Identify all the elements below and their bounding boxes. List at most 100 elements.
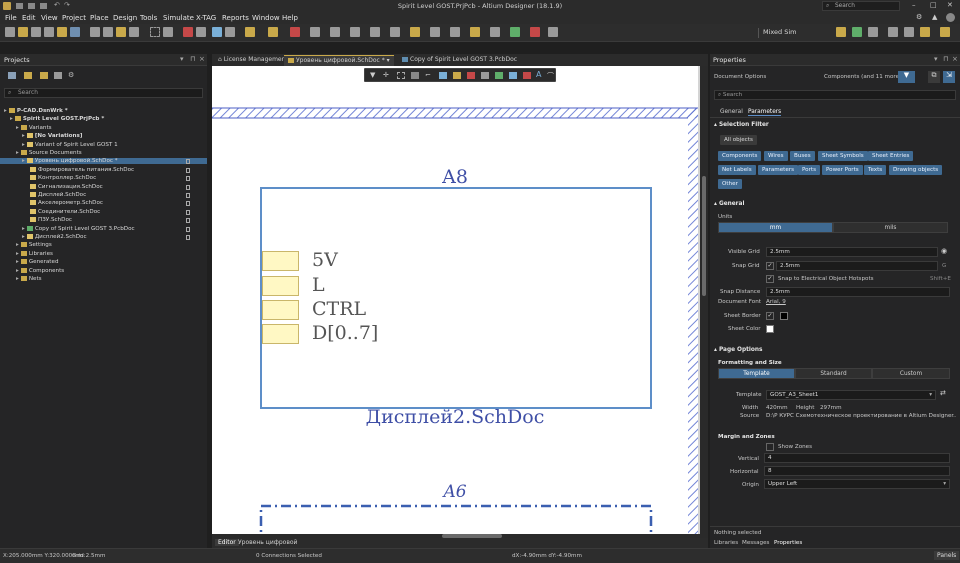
tree-item[interactable]: ▸ Source Documents [0,150,207,156]
print-icon[interactable] [44,27,54,37]
tree-item[interactable]: ▸ Дисплей2.SchDoc [0,234,207,240]
open-project-icon[interactable] [24,72,32,79]
bell-icon[interactable]: ▲ [932,13,937,21]
menu-tools[interactable]: Tools [140,14,157,22]
snippet-icon[interactable] [940,27,950,37]
expand-arrow-icon[interactable]: ▸ [16,242,19,248]
paste-icon[interactable] [116,27,126,37]
expand-arrow-icon[interactable]: ▸ [22,234,25,240]
panel-tab-messages[interactable]: Messages [742,540,769,546]
project-save-icon[interactable] [54,72,62,79]
filter-drawing-objects[interactable]: Drawing objects [889,165,943,175]
probe-icon[interactable] [510,27,520,37]
sheet-symbol-icon[interactable] [350,27,360,37]
units-mils[interactable]: mils [833,222,948,233]
sheet-color-swatch[interactable] [766,325,774,333]
open-doc-icon[interactable] [18,27,28,37]
tree-item[interactable]: ПЗУ.SchDoc [0,217,207,224]
menu-edit[interactable]: Edit [22,14,36,22]
copy-icon[interactable] [103,27,113,37]
vertical-input[interactable]: 4 [764,453,950,463]
align-icon[interactable] [888,27,898,37]
sim-mode-label[interactable]: Mixed Sim [758,28,830,38]
menu-simulate[interactable]: Simulate [163,14,194,22]
expand-arrow-icon[interactable]: ▸ [4,108,7,114]
expand-arrow-icon[interactable]: ▸ [16,276,19,282]
sim-run-icon[interactable] [836,27,846,37]
pen-icon[interactable] [548,27,558,37]
tab-parameters[interactable]: Parameters [748,109,782,116]
cut-icon[interactable] [90,27,100,37]
sheet-entry-ctrl[interactable] [262,300,299,320]
filter-icon[interactable]: ▼ [370,71,375,79]
snap-electrical-checkbox[interactable]: ✓ [766,275,774,283]
tree-item[interactable]: ▸ Variants [0,124,207,131]
tree-item[interactable]: ▸ Variant of Spirit Level GOST 1 [0,141,207,148]
vertical-scroll-thumb[interactable] [702,176,706,296]
clear-filter-icon[interactable] [196,27,206,37]
select-area-icon[interactable] [150,27,160,37]
page-options-header[interactable]: ▴ Page Options [714,347,762,353]
horizontal-input[interactable]: 8 [764,466,950,476]
panel-tab-properties[interactable]: Properties [774,540,802,546]
directive-tool-icon[interactable] [523,72,531,79]
panel-pin-icon[interactable]: ⊓ [190,55,195,63]
menu-xtag[interactable]: X-TAG [196,14,216,22]
editor-tab[interactable]: Editor [215,539,239,546]
sheet-border-color[interactable] [780,312,788,320]
filter-sheet-symbols[interactable]: Sheet Symbols [818,151,868,161]
move-icon[interactable] [163,27,173,37]
eye-icon[interactable]: ◉ [941,247,947,255]
expand-arrow-icon[interactable]: ▸ [16,268,19,274]
menu-file[interactable]: File [5,14,17,22]
sheet-entry-l[interactable] [262,276,299,296]
tree-item[interactable]: ▸ Copy of Spirit Level GOST 3.PcbDoc [0,225,207,232]
netlabel-tool-icon[interactable] [453,72,461,79]
menu-reports[interactable]: Reports [222,14,249,22]
bus-tool-icon[interactable] [439,72,447,79]
template-select[interactable]: GOST_A3_Sheet1 ▾ [766,390,936,400]
sheet-tab[interactable]: Уровень цифровой [238,539,297,546]
filter-other[interactable]: Other [718,179,742,189]
directive-icon[interactable] [410,27,420,37]
expand-icon[interactable]: ⇲ [943,71,955,83]
expand-arrow-icon[interactable]: ▸ [16,150,19,156]
panels-button[interactable]: Panels [934,551,960,560]
panel-close-icon[interactable]: × [952,55,958,63]
sheet-tool-icon[interactable] [495,72,503,79]
tab-schematic[interactable]: Уровень цифровой.SchDoc * ▾ [284,55,394,66]
snap-grid-input[interactable]: 2.5mm [776,261,938,271]
tree-item[interactable]: ▸ [No Variations] [0,133,207,139]
filter-power-ports[interactable]: Power Ports [822,165,863,175]
tree-item[interactable]: ▸ P-CAD.DsnWrk * [0,108,207,114]
power-tool-icon[interactable] [467,72,475,79]
menu-place[interactable]: Place [90,14,109,22]
workspace-icon[interactable] [8,72,16,79]
filter-buses[interactable]: Buses [790,151,815,161]
zoom-area-icon[interactable] [70,27,80,37]
port-icon[interactable] [370,27,380,37]
text-tool-icon[interactable]: A [536,70,541,79]
sheet-symbol-a6-designator[interactable]: A6 [212,482,698,502]
sim-probe-icon[interactable] [852,27,862,37]
refresh-icon[interactable]: ⇄ [940,389,946,397]
menu-view[interactable]: View [41,14,58,22]
schematic-canvas[interactable]: A8 Дисплей2.SchDoc 5V L CTRL D[0..7] A6 … [212,66,708,538]
panel-menu-icon[interactable]: ▾ [180,55,184,63]
sheet-entry-icon[interactable] [390,27,400,37]
panel-tab-libraries[interactable]: Libraries [714,540,738,546]
expand-arrow-icon[interactable]: ▸ [16,259,19,265]
distribute-icon[interactable] [904,27,914,37]
gnd-port-icon[interactable] [310,27,320,37]
menu-window[interactable]: Window [252,14,280,22]
sheet-symbol-filename[interactable]: Дисплей2.SchDoc [212,406,698,428]
doc-font-value[interactable]: Arial, 9 [766,299,786,305]
tree-item[interactable]: ▸ Components [0,267,207,274]
maximize-button[interactable]: □ [930,1,937,9]
filter-components[interactable]: Components [718,151,762,161]
gear-icon[interactable]: ⚙ [916,13,922,21]
tree-item[interactable]: ▸ Spirit Level GOST.PrjPcb * [0,116,207,122]
origin-select[interactable]: Upper Left ▾ [764,479,950,489]
bus-icon[interactable] [330,27,340,37]
minimize-button[interactable]: – [912,1,916,9]
